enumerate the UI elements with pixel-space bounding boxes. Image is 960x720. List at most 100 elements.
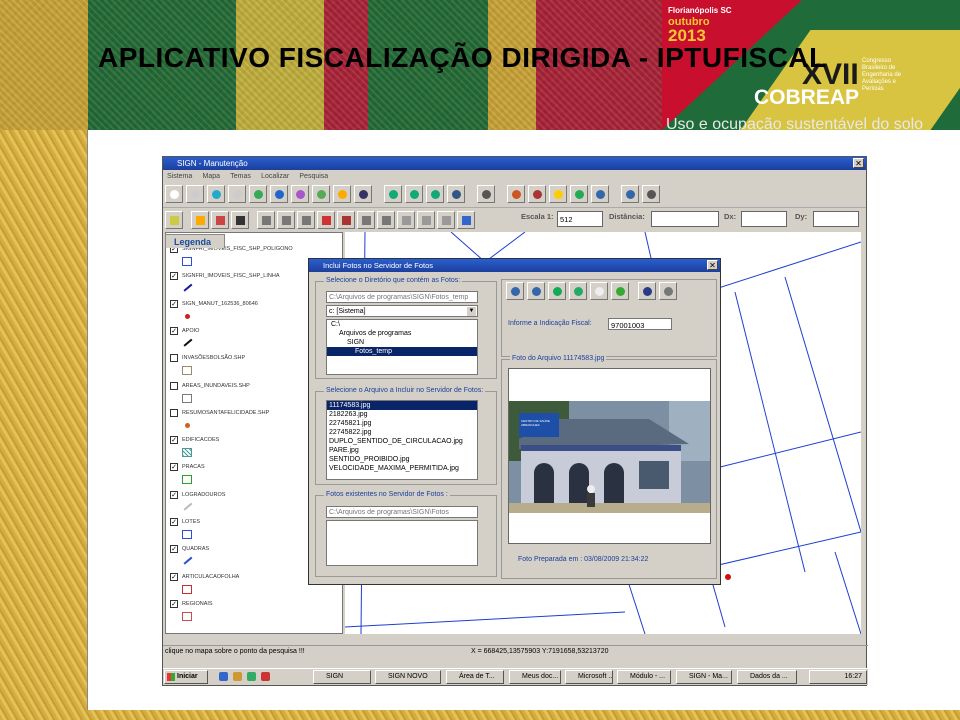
scale-input[interactable]: 512	[557, 211, 603, 227]
start-button[interactable]: Iniciar	[164, 670, 208, 684]
dialog-close-button[interactable]: ✕	[707, 260, 718, 270]
copy-button[interactable]	[397, 211, 415, 229]
delete-button[interactable]	[437, 211, 455, 229]
layer-checkbox[interactable]: ✓	[170, 490, 178, 499]
drive-select[interactable]: c: [Sistema] ▼	[326, 305, 478, 317]
menu-localizar[interactable]: Localizar	[261, 173, 289, 180]
layer-checkbox[interactable]: ✓	[170, 326, 178, 335]
delete-button[interactable]	[417, 211, 435, 229]
zoom-out-button[interactable]	[228, 185, 246, 203]
server-path-field[interactable]: C:\Arquivos de programas\SIGN\Fotos	[326, 506, 478, 518]
media-icon[interactable]	[261, 672, 270, 681]
menu-pesquisa[interactable]: Pesquisa	[299, 173, 328, 180]
stop-button[interactable]	[277, 211, 295, 229]
file-item[interactable]: PARE.jpg	[327, 446, 477, 455]
pan-button[interactable]	[548, 282, 566, 300]
fiscal-input[interactable]: 97001003	[608, 318, 672, 330]
select-area-button[interactable]	[312, 185, 330, 203]
layer-checkbox[interactable]: ✓	[170, 272, 178, 281]
polyline-button[interactable]	[337, 211, 355, 229]
layer-checkbox[interactable]	[170, 354, 178, 363]
layer-checkbox[interactable]: ✓	[170, 518, 178, 526]
compass-button[interactable]	[507, 185, 525, 203]
layer-checkbox[interactable]: ✓	[170, 299, 178, 308]
file-item[interactable]: 22745822.jpg	[327, 428, 477, 437]
file-item[interactable]: DUPLO_SENTIDO_DE_CIRCULACAO.jpg	[327, 437, 477, 446]
desktop-icon[interactable]	[247, 672, 256, 681]
taskbar-item[interactable]: Microsoft ...	[565, 670, 613, 684]
globe-button[interactable]	[384, 185, 402, 203]
stop-button[interactable]	[357, 211, 375, 229]
window-close-button[interactable]: ✕	[853, 158, 864, 168]
globe-back-button[interactable]	[405, 185, 423, 203]
taskbar-item[interactable]: Área de T...	[446, 670, 504, 684]
server-file-list[interactable]	[326, 520, 478, 566]
grid-button[interactable]	[570, 185, 588, 203]
measure-button[interactable]	[333, 185, 351, 203]
stop-button[interactable]	[297, 211, 315, 229]
zoom-in-button[interactable]	[506, 282, 524, 300]
layer-checkbox[interactable]: ✓	[170, 599, 178, 608]
file-item[interactable]: VELOCIDADE_MAXIMA_PERMITIDA.jpg	[327, 464, 477, 473]
taskbar-item[interactable]: SIGN NOVO	[375, 670, 441, 684]
arrow-left-button[interactable]	[591, 185, 609, 203]
layer-checkbox[interactable]	[170, 381, 178, 390]
book-button[interactable]	[447, 185, 465, 203]
tab-legenda[interactable]: Legenda	[165, 234, 225, 248]
folder-tree[interactable]: C:\ Arquivos de programas SIGN Fotos_tem…	[326, 319, 478, 375]
ie-icon[interactable]	[219, 672, 228, 681]
arrow-select-button[interactable]	[165, 185, 183, 203]
layer-checkbox[interactable]	[170, 408, 178, 417]
menu-sistema[interactable]: Sistema	[167, 173, 192, 180]
stop-button[interactable]	[257, 211, 275, 229]
folder-item[interactable]: SIGN	[327, 338, 477, 347]
printer-button[interactable]	[642, 185, 660, 203]
image-button[interactable]	[569, 282, 587, 300]
layer-checkbox[interactable]: ✓	[170, 572, 178, 581]
layer-checkbox[interactable]: ✓	[170, 545, 178, 554]
save-photo-button[interactable]	[611, 282, 629, 300]
add-button[interactable]	[211, 211, 229, 229]
file-item[interactable]: 11174583.jpg	[327, 401, 477, 410]
layer-checkbox[interactable]: ✓	[170, 463, 178, 472]
cursor-button[interactable]	[231, 211, 249, 229]
menu-temas[interactable]: Temas	[230, 173, 251, 180]
stop-button[interactable]	[377, 211, 395, 229]
globe-forward-button[interactable]	[426, 185, 444, 203]
file-list[interactable]: 11174583.jpg 2182263.jpg 22745821.jpg 22745…	[326, 400, 478, 480]
flag-button[interactable]	[549, 185, 567, 203]
zoom-window-button[interactable]	[207, 185, 225, 203]
target-button[interactable]	[528, 185, 546, 203]
folder-item[interactable]: C:\	[327, 320, 477, 329]
menu-mapa[interactable]: Mapa	[203, 173, 221, 180]
distance-input[interactable]	[651, 211, 719, 227]
folder-item-selected[interactable]: Fotos_temp	[327, 347, 477, 356]
folder-item[interactable]: Arquivos de programas	[327, 329, 477, 338]
taskbar-item[interactable]: SIGN	[313, 670, 371, 684]
taskbar-item[interactable]: Dados da ...	[737, 670, 797, 684]
trash-button[interactable]	[659, 282, 677, 300]
arrow-right-button[interactable]	[621, 185, 639, 203]
dy-input[interactable]	[813, 211, 859, 227]
zoom-in-button[interactable]	[186, 185, 204, 203]
eraser-button[interactable]	[590, 282, 608, 300]
taskbar-item[interactable]: Meus doc...	[509, 670, 561, 684]
layer-checkbox[interactable]: ✓	[170, 436, 178, 445]
magic-pencil-button[interactable]	[457, 211, 475, 229]
pan-button[interactable]	[249, 185, 267, 203]
info-button[interactable]	[270, 185, 288, 203]
file-item[interactable]: 22745821.jpg	[327, 419, 477, 428]
binoculars-button[interactable]	[477, 185, 495, 203]
taskbar-item[interactable]: Módulo - ...	[617, 670, 671, 684]
edit-button[interactable]	[191, 211, 209, 229]
file-item[interactable]: SENTIDO_PROIBIDO.jpg	[327, 455, 477, 464]
line-button[interactable]	[317, 211, 335, 229]
dx-input[interactable]	[741, 211, 787, 227]
help-button[interactable]	[354, 185, 372, 203]
taskbar-item[interactable]: SIGN - Ma...	[676, 670, 732, 684]
query-button[interactable]	[291, 185, 309, 203]
legend-item[interactable]: ✓ REGIONAIS	[170, 598, 342, 625]
directory-path-field[interactable]: C:\Arquivos de programas\SIGN\Fotos_temp	[326, 291, 478, 303]
disk-button[interactable]	[638, 282, 656, 300]
file-item[interactable]: 2182263.jpg	[327, 410, 477, 419]
